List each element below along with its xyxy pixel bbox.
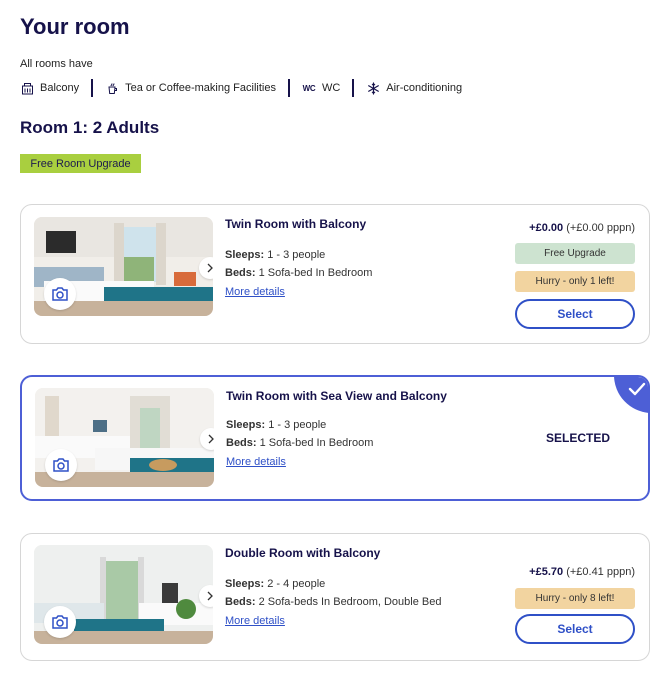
amenity-tea-coffee: Tea or Coffee-making Facilities — [105, 81, 276, 95]
snowflake-icon — [366, 81, 380, 95]
gallery-button[interactable] — [45, 449, 77, 481]
sleeps-line: Sleeps: 1 - 3 people — [226, 419, 326, 431]
beds-label: Beds: — [225, 267, 256, 279]
sleeps-value: 1 - 3 people — [267, 249, 326, 261]
amenity-divider — [91, 79, 94, 97]
availability-tag: Hurry - only 8 left! — [515, 588, 635, 609]
beds-line: Beds: 1 Sofa-bed In Bedroom — [225, 267, 372, 279]
camera-icon — [53, 458, 69, 472]
price-main: +£0.00 — [529, 222, 564, 234]
more-details-link[interactable]: More details — [225, 286, 285, 298]
amenity-label: WC — [321, 82, 341, 94]
amenity-divider — [352, 79, 355, 97]
availability-tag: Hurry - only 1 left! — [515, 271, 635, 292]
select-room-button[interactable]: Select — [515, 299, 635, 329]
beds-line: Beds: 2 Sofa-beds In Bedroom, Double Bed — [225, 596, 441, 608]
room-card-twin-sea-view: Twin Room with Sea View and Balcony Slee… — [20, 375, 650, 501]
select-room-button[interactable]: Select — [515, 614, 635, 644]
more-details-link[interactable]: More details — [225, 615, 285, 627]
chevron-right-icon — [208, 434, 214, 444]
room-name: Twin Room with Sea View and Balcony — [226, 389, 447, 403]
amenity-divider — [287, 79, 290, 97]
gallery-button[interactable] — [44, 606, 76, 638]
beds-value: 1 Sofa-bed In Bedroom — [258, 267, 373, 279]
sleeps-value: 2 - 4 people — [267, 578, 326, 590]
sleeps-label: Sleeps: — [225, 578, 265, 590]
more-details-link[interactable]: More details — [226, 456, 286, 468]
chevron-right-icon — [207, 263, 213, 273]
amenity-balcony: Balcony — [20, 81, 79, 95]
room-photo[interactable] — [34, 545, 213, 644]
sleeps-label: Sleeps: — [225, 249, 265, 261]
sleeps-label: Sleeps: — [226, 419, 266, 431]
beds-label: Beds: — [226, 437, 257, 449]
camera-icon — [52, 615, 68, 629]
free-upgrade-tag: Free Upgrade — [515, 243, 635, 264]
kettle-icon — [105, 81, 119, 95]
sleeps-line: Sleeps: 2 - 4 people — [225, 578, 325, 590]
selected-status: SELECTED — [546, 431, 611, 445]
price-pppn: (+£0.41 pppn) — [566, 566, 635, 578]
amenity-label: Tea or Coffee-making Facilities — [125, 82, 276, 94]
beds-value: 1 Sofa-bed In Bedroom — [259, 437, 374, 449]
amenities-list: Balcony Tea or Coffee-making Facilities … — [20, 78, 462, 98]
price-main: +£5.70 — [529, 566, 564, 578]
free-room-upgrade-banner: Free Room Upgrade — [20, 154, 141, 173]
selected-check-icon — [614, 377, 648, 413]
room-price: +£0.00 (+£0.00 pppn) — [529, 222, 635, 234]
amenity-label: Balcony — [40, 82, 80, 94]
gallery-button[interactable] — [44, 278, 76, 310]
room-card-twin-balcony: Twin Room with Balcony Sleeps: 1 - 3 peo… — [20, 204, 650, 344]
room-photo[interactable] — [35, 388, 214, 487]
room-card-double-balcony: Double Room with Balcony Sleeps: 2 - 4 p… — [20, 533, 650, 661]
rooms-have-label: All rooms have — [20, 58, 93, 70]
room-name: Double Room with Balcony — [225, 546, 381, 560]
beds-label: Beds: — [225, 596, 256, 608]
wc-icon: WC — [302, 83, 316, 93]
room-photo[interactable] — [34, 217, 213, 316]
room-group-heading: Room 1: 2 Adults — [20, 118, 160, 137]
sleeps-value: 1 - 3 people — [268, 419, 327, 431]
page-title: Your room — [20, 14, 130, 39]
amenity-label: Air-conditioning — [386, 82, 463, 94]
beds-line: Beds: 1 Sofa-bed In Bedroom — [226, 437, 373, 449]
camera-icon — [52, 287, 68, 301]
price-pppn: (+£0.00 pppn) — [566, 222, 635, 234]
chevron-right-icon — [207, 591, 213, 601]
room-price: +£5.70 (+£0.41 pppn) — [529, 566, 635, 578]
building-icon — [20, 81, 34, 95]
sleeps-line: Sleeps: 1 - 3 people — [225, 249, 325, 261]
amenity-air-conditioning: Air-conditioning — [366, 81, 462, 95]
amenity-wc: WC WC — [302, 81, 341, 95]
beds-value: 2 Sofa-beds In Bedroom, Double Bed — [258, 596, 442, 608]
room-name: Twin Room with Balcony — [225, 217, 367, 231]
